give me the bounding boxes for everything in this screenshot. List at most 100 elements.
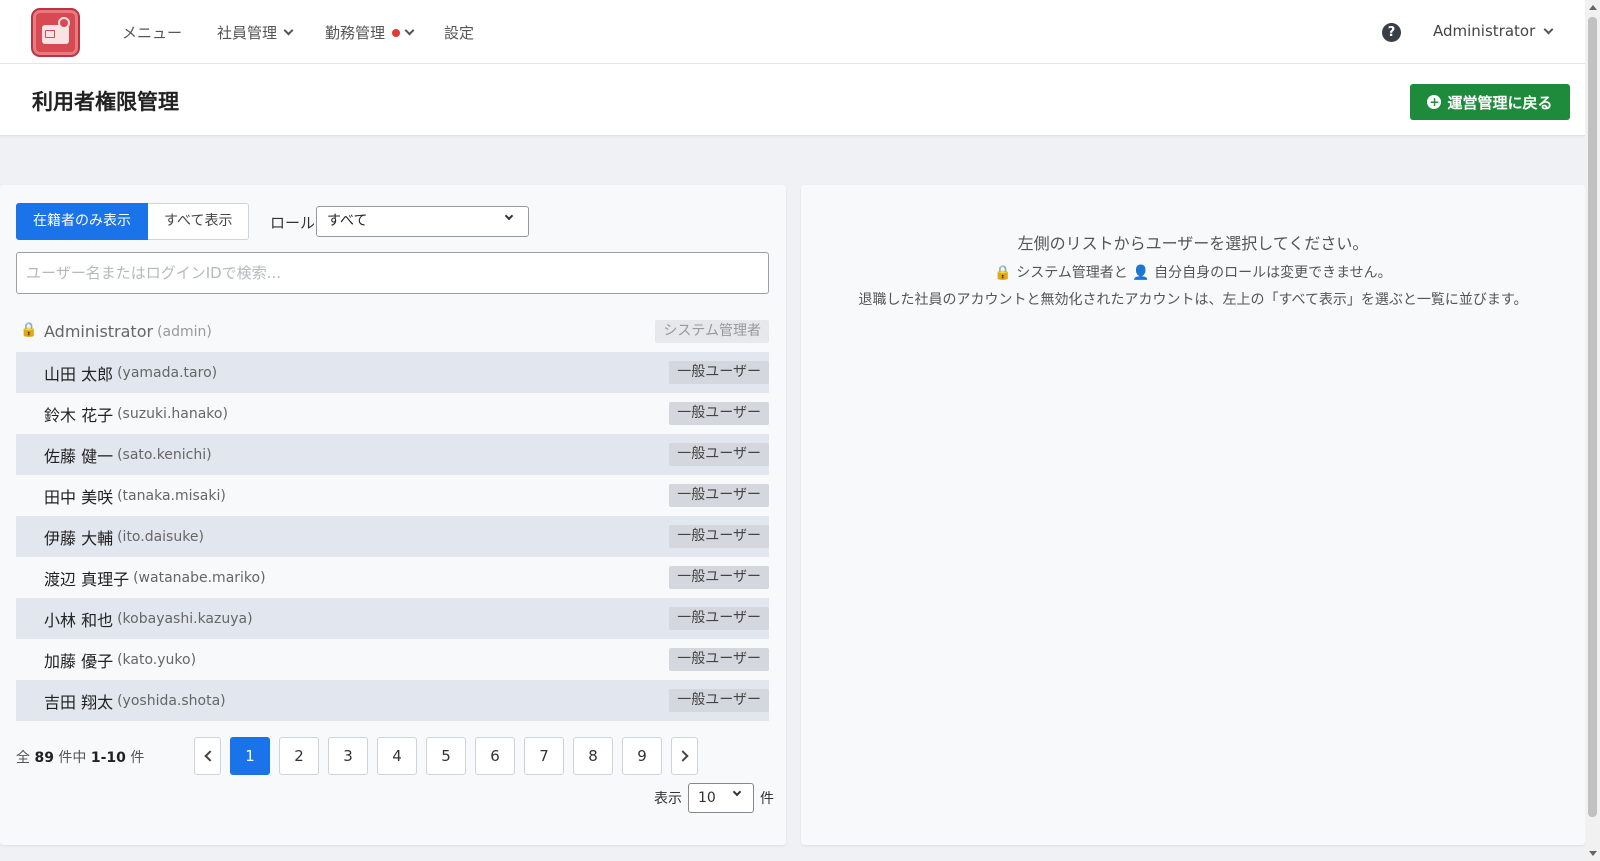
per-page-control: 表示 10 件 <box>654 783 774 813</box>
user-login-id: (kobayashi.kazuya) <box>117 610 253 627</box>
prev-page-button[interactable] <box>194 737 221 775</box>
chevron-down-icon <box>404 25 415 36</box>
user-login-id: (admin) <box>157 323 212 340</box>
role-badge: 一般ユーザー <box>669 484 769 507</box>
user-row[interactable]: 小林 和也 (kobayashi.kazuya) 一般ユーザー <box>16 598 769 639</box>
role-badge: 一般ユーザー <box>669 648 769 671</box>
nav-settings-label: 設定 <box>444 24 475 42</box>
nav-attendance[interactable]: 勤務管理 <box>325 22 415 43</box>
page-button[interactable]: 8 <box>573 737 613 775</box>
lock-badge-icon <box>58 17 70 29</box>
user-row[interactable]: 佐藤 健一 (sato.kenichi) 一般ユーザー <box>16 434 769 475</box>
page-button[interactable]: 3 <box>328 737 368 775</box>
user-name: 山田 太郎 <box>44 364 114 384</box>
user-login-id: (kato.yuko) <box>117 651 197 668</box>
scroll-thumb[interactable] <box>1588 17 1597 817</box>
nav-attendance-label: 勤務管理 <box>325 24 386 42</box>
user-login-id: (yoshida.shota) <box>117 692 226 709</box>
user-row[interactable]: 山田 太郎 (yamada.taro) 一般ユーザー <box>16 352 769 393</box>
nav-menu[interactable]: メニュー <box>122 22 182 43</box>
user-row[interactable]: 田中 美咲 (tanaka.misaki) 一般ユーザー <box>16 475 769 516</box>
user-login-id: (yamada.taro) <box>117 364 218 381</box>
nav-settings[interactable]: 設定 <box>444 22 474 43</box>
result-summary: 全 89 件中 1-10 件 <box>16 747 144 767</box>
status-filter-toggle: 在籍者のみ表示 すべて表示 <box>16 203 250 240</box>
per-page-select[interactable]: 10 <box>688 783 754 813</box>
top-navbar: メニュー 社員管理 勤務管理 設定 ? Administrator <box>0 0 1585 64</box>
summary-prefix: 全 <box>16 750 30 766</box>
show-all-button[interactable]: すべて表示 <box>148 203 250 240</box>
chevron-left-icon <box>204 750 216 762</box>
plus-circle-icon: + <box>1427 95 1442 109</box>
chevron-down-icon <box>283 25 294 36</box>
back-button-label: 運営管理に戻る <box>1447 93 1553 112</box>
user-list: 🔒 Administrator (admin) システム管理者山田 太郎 (yamada… <box>16 311 769 721</box>
user-menu-label: Administrator <box>1433 22 1536 40</box>
page-button[interactable]: 7 <box>524 737 564 775</box>
role-filter-value: すべて <box>327 213 368 229</box>
page-button[interactable]: 9 <box>622 737 662 775</box>
page-button[interactable]: 2 <box>279 737 319 775</box>
user-name: 加藤 優子 <box>44 651 114 671</box>
retired-accounts-note: 退職した社員のアカウントと無効化されたアカウントは、左上の「すべて表示」を選ぶと… <box>858 292 1528 308</box>
user-detail-panel: 左側のリストからユーザーを選択してください。 🔒 システム管理者と 👤 自分自身… <box>801 185 1585 845</box>
role-badge: 一般ユーザー <box>669 525 769 548</box>
lock-icon: 🔒 <box>20 322 38 338</box>
user-name: 鈴木 花子 <box>44 405 114 425</box>
notification-dot <box>392 28 401 37</box>
help-icon[interactable]: ? <box>1382 23 1401 42</box>
role-filter-select[interactable]: すべて <box>316 206 529 237</box>
page-title: 利用者権限管理 <box>32 90 179 114</box>
select-user-hint: 左側のリストからユーザーを選択してください。 <box>1017 234 1369 253</box>
pagination: 123456789 <box>194 737 698 775</box>
user-name: 伊藤 大輔 <box>44 528 114 548</box>
role-badge: 一般ユーザー <box>669 566 769 589</box>
page-button[interactable]: 1 <box>230 737 270 775</box>
user-search-input[interactable]: ユーザー名またはログインIDで検索... <box>16 252 769 294</box>
per-page-value: 10 <box>698 790 716 806</box>
user-row[interactable]: 鈴木 花子 (suzuki.hanako) 一般ユーザー <box>16 393 769 434</box>
summary-range: 1-10 <box>90 750 126 766</box>
summary-total: 89 <box>34 750 54 766</box>
nav-employees[interactable]: 社員管理 <box>217 22 294 43</box>
app-logo[interactable] <box>31 8 80 57</box>
user-name: Administrator <box>44 322 154 341</box>
scroll-down-icon[interactable] <box>1589 851 1597 856</box>
chevron-down-icon <box>504 211 514 221</box>
nav-employees-label: 社員管理 <box>217 24 278 42</box>
user-list-panel: 在籍者のみ表示 すべて表示 ロール すべて ユーザー名またはログインIDで検索.… <box>0 185 786 845</box>
role-restriction-note: 🔒 システム管理者と 👤 自分自身のロールは変更できません。 <box>994 265 1392 281</box>
user-row[interactable]: 吉田 翔太 (yoshida.shota) 一般ユーザー <box>16 680 769 721</box>
chevron-down-icon <box>1543 24 1554 34</box>
per-page-suffix: 件 <box>760 791 774 807</box>
user-row[interactable]: 渡辺 真理子 (watanabe.mariko) 一般ユーザー <box>16 557 769 598</box>
user-row[interactable]: 伊藤 大輔 (ito.daisuke) 一般ユーザー <box>16 516 769 557</box>
user-row[interactable]: 加藤 優子 (kato.yuko) 一般ユーザー <box>16 639 769 680</box>
role-badge: 一般ユーザー <box>669 443 769 466</box>
active-only-button[interactable]: 在籍者のみ表示 <box>16 203 148 240</box>
scroll-up-icon[interactable] <box>1589 5 1597 10</box>
page-button[interactable]: 4 <box>377 737 417 775</box>
summary-middle: 件中 <box>58 750 87 766</box>
chevron-right-icon <box>677 750 689 762</box>
user-name: 田中 美咲 <box>44 487 114 507</box>
user-login-id: (ito.daisuke) <box>117 528 204 545</box>
next-page-button[interactable] <box>671 737 698 775</box>
user-login-id: (sato.kenichi) <box>117 446 212 463</box>
user-menu[interactable]: Administrator <box>1433 22 1554 40</box>
user-row: 🔒 Administrator (admin) システム管理者 <box>16 311 769 352</box>
back-to-admin-button[interactable]: + 運営管理に戻る <box>1410 84 1570 120</box>
nav-menu-label: メニュー <box>122 24 183 42</box>
role-filter-label: ロール <box>270 214 316 232</box>
user-login-id: (watanabe.mariko) <box>133 569 266 586</box>
role-badge: システム管理者 <box>655 320 769 343</box>
page-button[interactable]: 6 <box>475 737 515 775</box>
page-button[interactable]: 5 <box>426 737 466 775</box>
role-badge: 一般ユーザー <box>669 361 769 384</box>
page-scrollbar[interactable] <box>1585 0 1600 861</box>
user-name: 小林 和也 <box>44 610 114 630</box>
page-header: 利用者権限管理 + 運営管理に戻る <box>0 64 1585 136</box>
user-name: 吉田 翔太 <box>44 692 114 712</box>
chevron-down-icon <box>732 787 742 797</box>
user-name: 渡辺 真理子 <box>44 569 130 589</box>
